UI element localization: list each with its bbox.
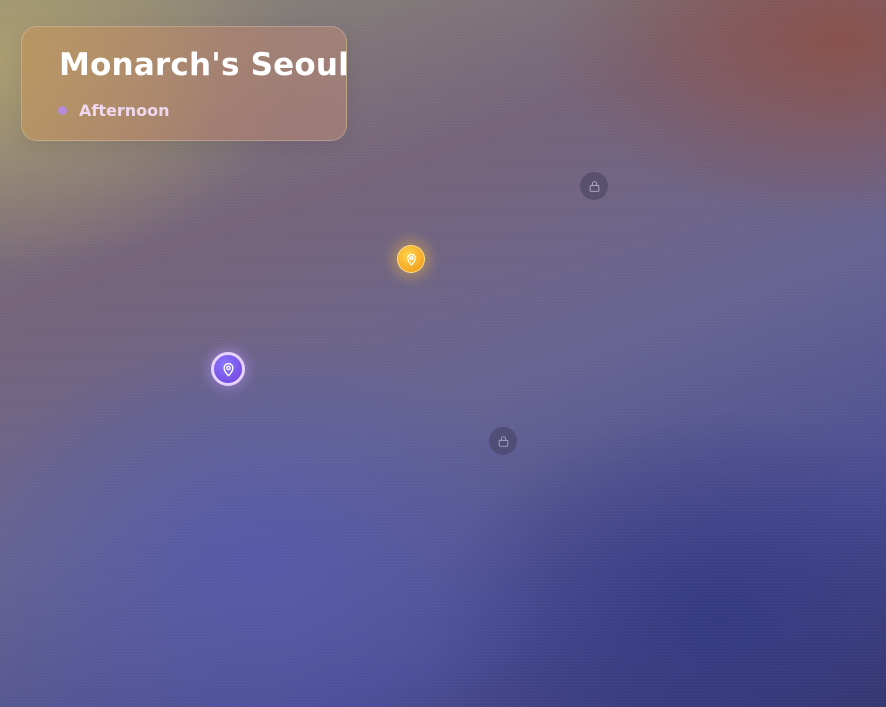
time-status-dot (58, 106, 67, 115)
map-pin-icon (406, 253, 416, 266)
city-map: Monarch's Seoul Afternoon (0, 0, 886, 707)
locked-location-marker[interactable] (489, 427, 517, 455)
current-location-marker[interactable] (211, 352, 245, 386)
lock-icon (498, 435, 508, 447)
time-of-day-indicator: Afternoon (58, 101, 170, 120)
locked-location-marker[interactable] (580, 172, 608, 200)
city-title: Monarch's Seoul (59, 47, 349, 83)
location-info-panel: Monarch's Seoul Afternoon (21, 26, 349, 141)
map-pin-icon (222, 362, 234, 376)
time-of-day-label: Afternoon (79, 101, 170, 120)
available-location-marker[interactable] (397, 245, 425, 273)
lock-icon (589, 180, 599, 192)
